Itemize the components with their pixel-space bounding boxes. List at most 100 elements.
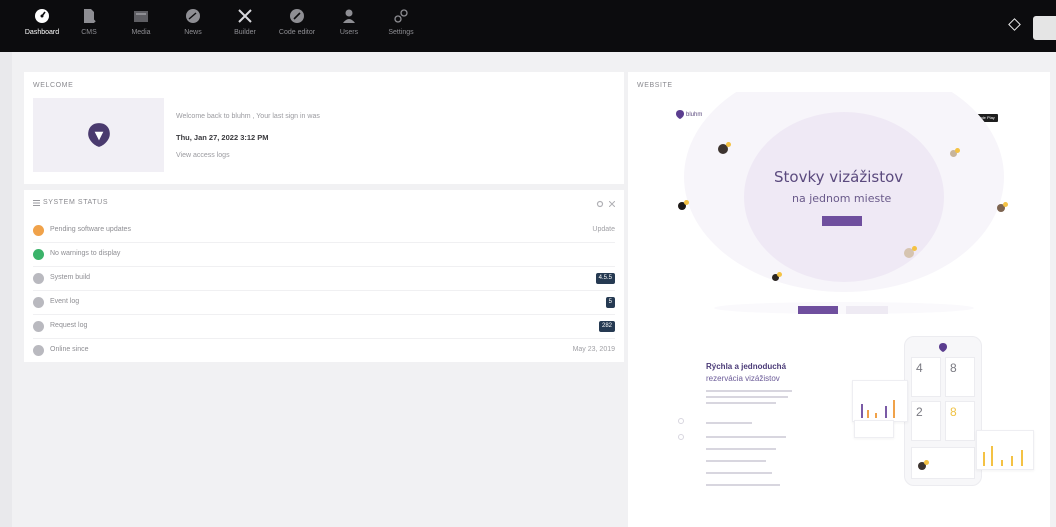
welcome-heading: WELCOME — [33, 82, 74, 89]
hero-button-primary[interactable] — [798, 306, 838, 314]
text-line — [706, 396, 788, 398]
section-title: Rýchla a jednoduchá — [706, 362, 787, 371]
status-row-event-log[interactable]: Event log 5 — [33, 292, 615, 314]
status-row-label: System build — [50, 274, 91, 281]
website-preview[interactable]: bluhm App Store Google Play Stovky vizáž… — [632, 92, 1042, 522]
tile-number: 4 — [916, 361, 923, 375]
notifications-icon[interactable] — [1008, 18, 1021, 31]
text-line — [706, 460, 766, 462]
nav-item-code-editor[interactable]: Code editor — [271, 6, 323, 48]
news-icon — [186, 9, 200, 23]
text-line — [706, 436, 786, 438]
text-line — [706, 472, 772, 474]
close-icon[interactable] — [609, 201, 615, 207]
status-row-software-updates: Pending software updates Update — [33, 220, 615, 242]
code-editor-icon — [290, 9, 304, 23]
tile-number: 8 — [950, 405, 957, 419]
status-row-online-since: Online since May 23, 2019 — [33, 340, 615, 362]
system-status-heading: SYSTEM STATUS — [43, 199, 109, 206]
chart-bar — [991, 446, 993, 466]
hero-button-secondary[interactable] — [846, 306, 888, 314]
avatar — [772, 272, 782, 281]
slider-prev-icon[interactable] — [678, 418, 684, 424]
top-nav-bar: Dashboard CMS Media News Builder Code ed… — [0, 0, 1056, 52]
request-log-count-badge: 282 — [598, 321, 615, 332]
nav-label: Builder — [234, 29, 256, 36]
chart-bar — [861, 404, 863, 418]
status-row-label: Event log — [50, 298, 80, 305]
phone-list-card — [911, 447, 975, 479]
nav-item-media[interactable]: Media — [115, 6, 167, 48]
nav-label: News — [184, 29, 202, 36]
section-subtitle: rezervácia vizážistov — [706, 374, 780, 383]
nav-label: Users — [339, 29, 359, 36]
hero-title: Stovky vizážistov — [774, 168, 904, 186]
status-row-label: No warnings to display — [50, 250, 121, 257]
settings-icon — [394, 9, 408, 23]
phone-tile: 8 — [945, 357, 975, 397]
list-icon — [33, 200, 40, 206]
chart-bar — [885, 406, 887, 418]
hero-shadow — [714, 302, 974, 314]
nav-label: Code editor — [278, 29, 316, 36]
chart-card — [852, 380, 908, 422]
nav-label: Media — [131, 29, 151, 36]
status-row-warnings: No warnings to display — [33, 244, 615, 266]
divider — [33, 242, 615, 243]
status-row-label: Request log — [50, 322, 88, 329]
text-line — [706, 402, 776, 404]
chart-bar — [875, 413, 877, 418]
warning-status-icon — [33, 225, 44, 236]
chart-bar — [893, 400, 895, 418]
chart-bar — [1001, 460, 1003, 466]
request-status-icon — [33, 321, 44, 332]
phone-tile: 4 — [911, 357, 941, 397]
site-logo-icon — [676, 110, 684, 119]
text-line — [706, 448, 776, 450]
avatar[interactable] — [1033, 16, 1056, 40]
nav-item-builder[interactable]: Builder — [219, 6, 271, 48]
hero-cta-button[interactable] — [822, 216, 862, 226]
nav-item-cms[interactable]: CMS — [63, 6, 115, 48]
event-log-count-badge: 5 — [605, 297, 615, 308]
online-since-date: May 23, 2019 — [572, 346, 615, 353]
brand-logo-box — [33, 98, 164, 172]
site-logo-text: bluhm — [686, 112, 703, 118]
avatar — [950, 148, 960, 157]
hero-subtitle: na jednom mieste — [792, 192, 892, 205]
brand-logo-icon — [88, 123, 110, 147]
site-logo-icon — [939, 343, 947, 352]
chart-card — [976, 430, 1034, 470]
build-version-badge: 4.5.5 — [595, 273, 615, 284]
nav-label: Dashboard — [24, 29, 60, 36]
mini-card — [854, 420, 894, 438]
divider — [33, 338, 615, 339]
avatar — [718, 142, 731, 154]
slider-next-icon[interactable] — [678, 434, 684, 440]
chart-bar — [1011, 456, 1013, 466]
nav-item-users[interactable]: Users — [323, 6, 375, 48]
nav-item-settings[interactable]: Settings — [375, 6, 427, 48]
avatar — [678, 200, 689, 210]
nav-item-dashboard[interactable]: Dashboard — [16, 6, 68, 48]
phone-tile: 2 — [911, 401, 941, 441]
lock-status-icon — [33, 297, 44, 308]
left-gutter — [0, 52, 12, 527]
divider — [33, 314, 615, 315]
chart-bar — [983, 452, 985, 466]
divider — [33, 266, 615, 267]
welcome-message: Welcome back to bluhm , Your last sign i… — [176, 113, 320, 120]
nav-item-news[interactable]: News — [167, 6, 219, 48]
media-icon — [134, 11, 148, 22]
update-link[interactable]: Update — [592, 226, 615, 233]
phone-tile: 8 — [945, 401, 975, 441]
last-signin-time: Thu, Jan 27, 2022 3:12 PM — [176, 133, 269, 142]
gear-icon[interactable] — [596, 200, 604, 208]
avatar — [918, 460, 929, 470]
nav-label: Settings — [388, 29, 414, 36]
status-row-label: Online since — [50, 346, 89, 353]
chart-bar — [1021, 450, 1023, 466]
status-row-request-log[interactable]: Request log 282 — [33, 316, 615, 338]
info-status-icon — [33, 273, 44, 284]
view-access-logs-link[interactable]: View access logs — [176, 152, 230, 159]
